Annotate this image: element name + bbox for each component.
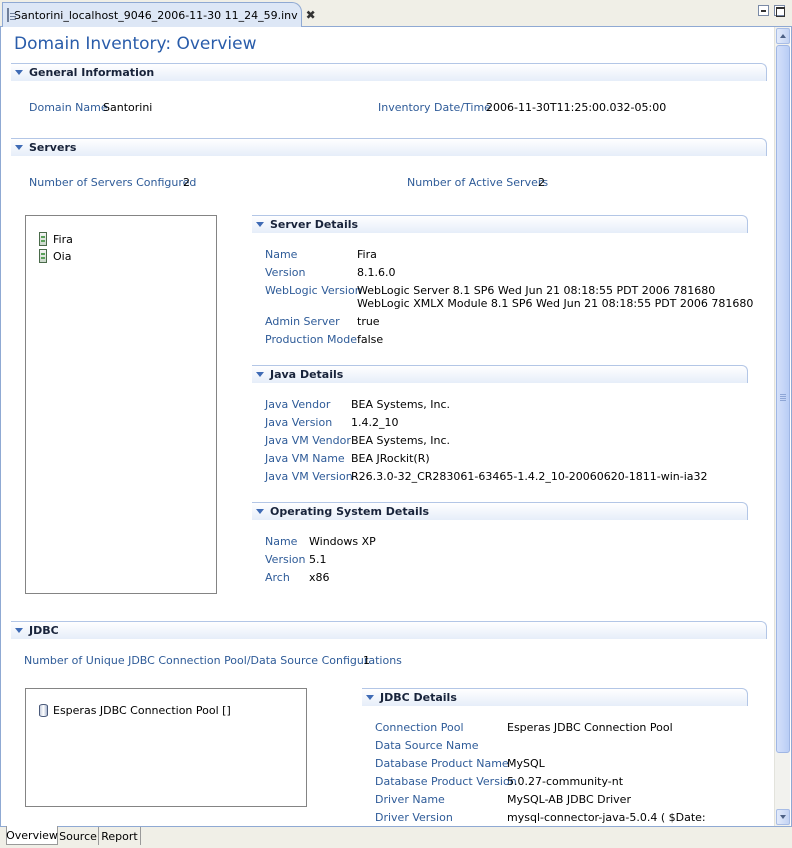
java-version-value: 1.4.2_10 <box>351 416 399 429</box>
driver-version-label: Driver Version <box>375 811 453 824</box>
server-version-value: 8.1.6.0 <box>357 266 396 279</box>
server-icon <box>39 249 47 263</box>
java-vm-version-label: Java VM Version <box>265 470 353 483</box>
section-server-details[interactable]: Server Details <box>252 215 748 233</box>
db-product-version-value: 5.0.27-community-nt <box>507 775 624 788</box>
os-arch-label: Arch <box>265 571 290 584</box>
database-icon <box>39 704 48 717</box>
section-title: JDBC <box>29 624 59 637</box>
tree-item-label: Oia <box>53 249 72 263</box>
os-version-label: Version <box>265 553 306 566</box>
server-name-value: Fira <box>357 248 377 261</box>
section-jdbc-details[interactable]: JDBC Details <box>362 688 748 706</box>
chevron-down-icon[interactable] <box>15 145 23 150</box>
driver-name-value: MySQL-AB JDBC Driver <box>507 793 631 806</box>
jdbc-tree[interactable]: Esperas JDBC Connection Pool [] <box>25 688 307 807</box>
chevron-down-icon[interactable] <box>256 509 264 514</box>
grip-icon <box>780 394 786 395</box>
section-servers[interactable]: Servers <box>11 138 767 156</box>
os-name-label: Name <box>265 535 298 548</box>
section-title: Java Details <box>270 368 344 381</box>
editor-content: Domain Inventory: Overview General Infor… <box>0 27 792 826</box>
tree-item-fira[interactable]: Fira <box>39 232 73 246</box>
chevron-down-icon[interactable] <box>366 695 374 700</box>
server-version-label: Version <box>265 266 306 279</box>
page-title: Domain Inventory: Overview <box>14 34 257 54</box>
section-os-details[interactable]: Operating System Details <box>252 502 748 520</box>
tree-item-label: Esperas JDBC Connection Pool [] <box>53 704 231 717</box>
scroll-down-icon[interactable] <box>776 809 790 825</box>
driver-version-value: mysql-connector-java-5.0.4 ( $Date: <box>507 811 706 824</box>
editor-tab-strip: Santorini_localhost_9046_2006-11-30 11_2… <box>0 0 792 27</box>
domain-name-value: Santorini <box>103 101 153 114</box>
tree-item-oia[interactable]: Oia <box>39 249 71 263</box>
weblogic-version-value-2: WebLogic XMLX Module 8.1 SP6 Wed Jun 21 … <box>357 297 754 310</box>
db-product-name-value: MySQL <box>507 757 545 770</box>
chevron-down-icon[interactable] <box>256 222 264 227</box>
servers-active-value: 2 <box>538 176 545 189</box>
domain-name-label: Domain Name <box>29 101 108 114</box>
section-java-details[interactable]: Java Details <box>252 365 748 383</box>
jdbc-unique-label: Number of Unique JDBC Connection Pool/Da… <box>24 654 402 667</box>
tab-overview[interactable]: Overview <box>6 826 58 845</box>
chevron-down-icon[interactable] <box>256 372 264 377</box>
data-source-name-label: Data Source Name <box>375 739 479 752</box>
admin-server-label: Admin Server <box>265 315 340 328</box>
java-vendor-value: BEA Systems, Inc. <box>351 398 451 411</box>
section-general-information[interactable]: General Information <box>11 63 767 81</box>
server-name-label: Name <box>265 248 298 261</box>
weblogic-version-label: WebLogic Version <box>265 284 362 297</box>
inventory-date-value: 2006-11-30T11:25:00.032-05:00 <box>486 101 667 114</box>
tab-source[interactable]: Source <box>58 827 99 845</box>
db-product-version-label: Database Product Version <box>375 775 517 788</box>
java-vm-vendor-label: Java VM Vendor <box>265 434 351 447</box>
editor-tab[interactable]: Santorini_localhost_9046_2006-11-30 11_2… <box>2 2 316 27</box>
section-title: General Information <box>29 66 155 79</box>
scrollbar-thumb[interactable] <box>776 45 790 753</box>
inventory-date-label: Inventory Date/Time <box>378 101 491 114</box>
servers-configured-value: 2 <box>183 176 190 189</box>
minimize-icon[interactable] <box>758 5 769 16</box>
vertical-scrollbar[interactable] <box>774 27 790 826</box>
java-vm-vendor-value: BEA Systems, Inc. <box>351 434 451 447</box>
java-vm-version-value: R26.3.0-32_CR283061-63465-1.4.2_10-20060… <box>351 470 708 483</box>
section-title: Operating System Details <box>270 505 430 518</box>
java-vm-name-value: BEA JRockit(R) <box>351 452 430 465</box>
maximize-icon[interactable] <box>774 5 785 17</box>
java-vendor-label: Java Vendor <box>265 398 331 411</box>
chevron-down-icon[interactable] <box>15 628 23 633</box>
os-version-value: 5.1 <box>309 553 327 566</box>
tree-item-esperas-pool[interactable]: Esperas JDBC Connection Pool [] <box>39 704 231 717</box>
java-version-label: Java Version <box>265 416 333 429</box>
driver-name-label: Driver Name <box>375 793 445 806</box>
tree-item-label: Fira <box>53 232 73 246</box>
servers-configured-label: Number of Servers Configured <box>29 176 197 189</box>
java-vm-name-label: Java VM Name <box>265 452 345 465</box>
section-title: JDBC Details <box>380 691 457 704</box>
production-mode-label: Production Mode <box>265 333 357 346</box>
weblogic-version-value-1: WebLogic Server 8.1 SP6 Wed Jun 21 08:18… <box>357 284 716 297</box>
section-jdbc[interactable]: JDBC <box>11 621 767 639</box>
db-product-name-label: Database Product Name <box>375 757 509 770</box>
page-tabs: Overview Source Report <box>0 826 792 848</box>
editor-tab-title: Santorini_localhost_9046_2006-11-30 11_2… <box>14 8 298 22</box>
file-icon <box>7 8 16 22</box>
os-name-value: Windows XP <box>309 535 376 548</box>
section-title: Servers <box>29 141 77 154</box>
production-mode-value: false <box>357 333 384 346</box>
scroll-up-icon[interactable] <box>776 28 790 44</box>
admin-server-value: true <box>357 315 380 328</box>
tab-report[interactable]: Report <box>99 827 141 845</box>
server-tree[interactable]: Fira Oia <box>25 215 217 594</box>
connection-pool-value: Esperas JDBC Connection Pool <box>507 721 673 734</box>
jdbc-unique-value: 1 <box>363 654 370 667</box>
servers-active-label: Number of Active Servers <box>407 176 549 189</box>
os-arch-value: x86 <box>309 571 330 584</box>
close-icon[interactable]: ✖ <box>306 8 316 22</box>
connection-pool-label: Connection Pool <box>375 721 464 734</box>
chevron-down-icon[interactable] <box>15 70 23 75</box>
section-title: Server Details <box>270 218 359 231</box>
server-icon <box>39 232 47 246</box>
